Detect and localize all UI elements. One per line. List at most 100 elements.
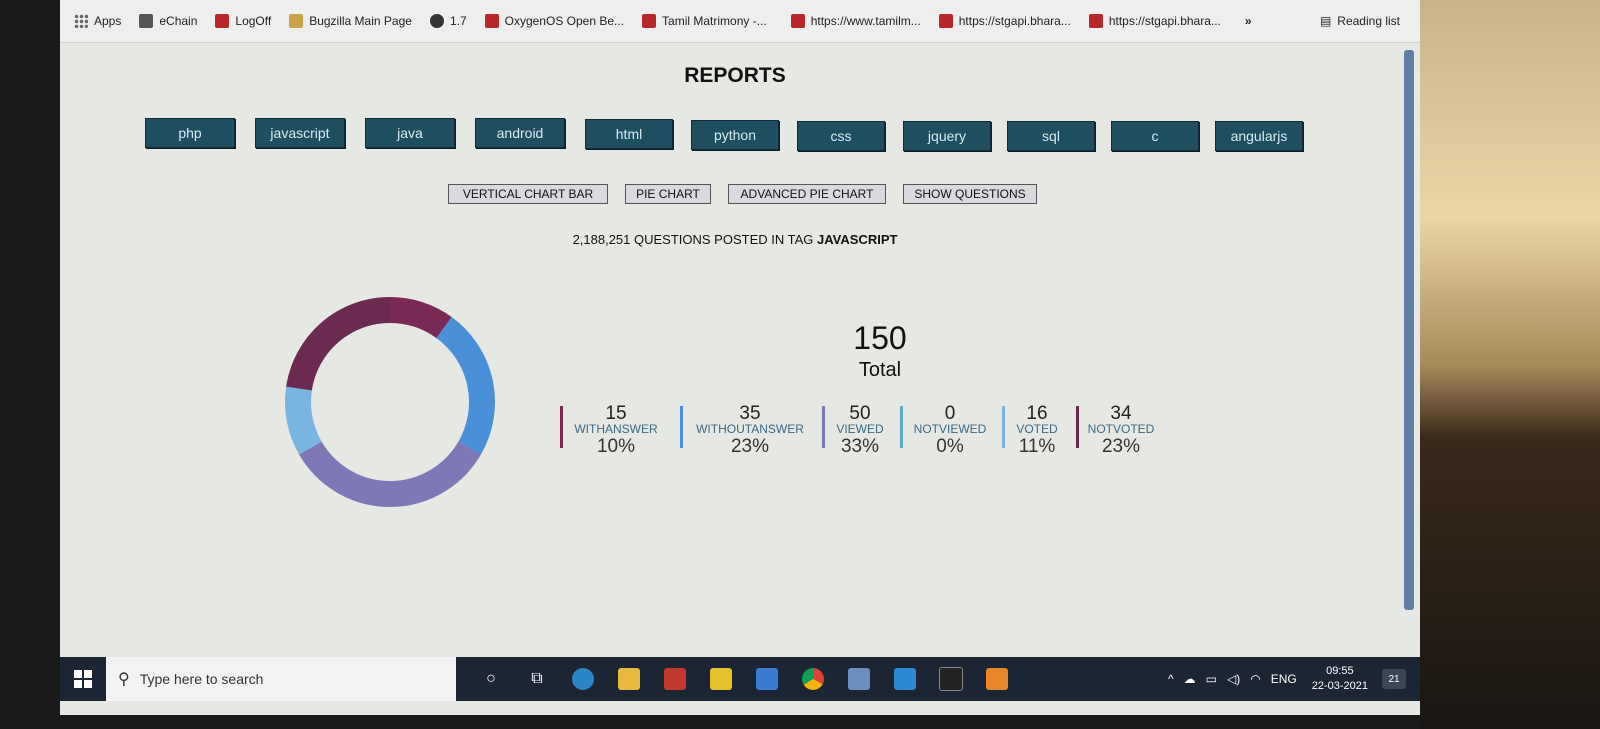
bookmarks-bar: Apps eChain LogOff Bugzilla Main Page 1.…: [60, 0, 1420, 43]
link-icon: [938, 14, 953, 28]
legend-item-withanswer: 15 WITHANSWER 10%: [560, 403, 662, 459]
legend-label: WITHANSWER: [574, 422, 658, 436]
questions-count-text: 2,188,251 QUESTIONS POSTED IN TAG: [572, 232, 814, 247]
total-box: 150 Total: [820, 320, 940, 382]
donut-segment-withanswer[interactable]: [389, 297, 452, 339]
legend-item-voted: 16 VOTED 11%: [1002, 403, 1062, 459]
notification-center-button[interactable]: 21: [1382, 669, 1406, 689]
start-button[interactable]: [60, 670, 106, 688]
wifi-icon[interactable]: ◠: [1250, 672, 1260, 686]
legend-percent: 23%: [730, 436, 770, 457]
tag-button-python[interactable]: python: [691, 120, 779, 150]
legend-value: 35: [739, 403, 761, 424]
oxygenos-icon: [484, 14, 499, 28]
tag-button-javascript[interactable]: javascript: [255, 118, 345, 148]
tag-button-java[interactable]: java: [365, 118, 455, 148]
donut-segment-withoutanswer[interactable]: [436, 317, 495, 455]
donut-segment-notvoted[interactable]: [286, 297, 391, 391]
chrome-icon[interactable]: [794, 664, 832, 694]
pie-chart-button[interactable]: PIE CHART: [625, 184, 711, 204]
bookmark-echain[interactable]: eChain: [139, 14, 197, 28]
reading-list-button[interactable]: ▤ Reading list: [1320, 14, 1400, 28]
link-icon: [1088, 14, 1103, 28]
reading-list-icon: ▤: [1319, 14, 1332, 28]
bookmark-1-7[interactable]: 1.7: [429, 14, 467, 28]
clock-time: 09:55: [1326, 665, 1354, 677]
battery-icon[interactable]: ▭: [1206, 672, 1217, 686]
language-indicator[interactable]: ENG: [1271, 672, 1297, 686]
legend-label: VIEWED: [836, 422, 884, 436]
apps-grid-icon: [74, 14, 88, 28]
bookmark-apps[interactable]: Apps: [74, 14, 121, 28]
remote-desktop-icon[interactable]: [840, 664, 878, 694]
legend-color-bar: [1002, 406, 1005, 448]
sticky-notes-icon[interactable]: [702, 664, 740, 694]
legend-percent: 10%: [596, 436, 636, 457]
donut-segment-viewed[interactable]: [299, 441, 481, 507]
echain-icon: [139, 14, 154, 28]
task-view-icon[interactable]: ⧉: [518, 664, 556, 694]
bookmark-tamil-matrimony[interactable]: Tamil Matrimony -...: [642, 14, 767, 28]
taskbar-apps: ○ ⧉: [468, 664, 1020, 694]
volume-icon[interactable]: ◁): [1227, 672, 1240, 686]
tag-button-android[interactable]: android: [475, 118, 565, 148]
windows-logo-icon: [74, 670, 92, 688]
tag-button-sql[interactable]: sql: [1007, 121, 1095, 151]
legend-color-bar: [1076, 406, 1079, 448]
legend-value: 50: [849, 403, 871, 424]
search-placeholder: Type here to search: [139, 671, 264, 687]
cortana-icon[interactable]: ○: [472, 664, 510, 694]
security-icon[interactable]: [656, 664, 694, 694]
chevron-up-icon[interactable]: ^: [1168, 672, 1174, 686]
legend-color-bar: [900, 406, 903, 448]
advanced-pie-chart-button[interactable]: ADVANCED PIE CHART: [728, 184, 886, 204]
tag-button-angularjs[interactable]: angularjs: [1215, 121, 1303, 151]
legend-percent: 11%: [1018, 436, 1056, 457]
tag-button-php[interactable]: php: [145, 118, 235, 148]
edge-icon[interactable]: [564, 664, 602, 694]
legend-item-notviewed: 0 NOTVIEWED 0%: [900, 403, 990, 459]
tag-button-html[interactable]: html: [585, 119, 673, 149]
logoff-icon: [215, 14, 230, 28]
search-icon: ⚲: [118, 671, 130, 688]
bookmarks-overflow-button[interactable]: »: [1245, 14, 1252, 28]
bookmark-logoff[interactable]: LogOff: [215, 14, 271, 28]
clock[interactable]: 09:55 22-03-2021: [1312, 664, 1368, 694]
legend-color-bar: [560, 406, 563, 448]
tag-button-css[interactable]: css: [797, 121, 885, 151]
legend-value: 0: [944, 403, 956, 424]
bookmark-bugzilla[interactable]: Bugzilla Main Page: [289, 14, 412, 28]
vertical-chart-bar-button[interactable]: VERTICAL CHART BAR: [448, 184, 608, 204]
terminal-icon[interactable]: [932, 664, 970, 694]
legend-color-bar: [822, 406, 825, 448]
legend-item-viewed: 50 VIEWED 33%: [822, 403, 888, 459]
windows-taskbar: ⚲ Type here to search ○ ⧉ ^ ☁ ▭ ◁) ◠ ENG: [60, 657, 1420, 701]
legend-label: WITHOUTANSWER: [696, 422, 804, 436]
bookmark-stgapi-2[interactable]: https://stgapi.bhara...: [1088, 14, 1221, 28]
bookmark-tamilm[interactable]: https://www.tamilm...: [790, 14, 921, 28]
legend-value: 15: [605, 403, 627, 424]
bookmark-oxygenos[interactable]: OxygenOS Open Be...: [484, 14, 624, 28]
file-explorer-icon[interactable]: [610, 664, 648, 694]
total-value: 150: [853, 320, 907, 356]
network-icon[interactable]: ☁: [1184, 672, 1196, 686]
show-questions-button[interactable]: SHOW QUESTIONS: [903, 184, 1037, 204]
donut-segment-voted[interactable]: [285, 386, 322, 455]
vscode-icon[interactable]: [886, 664, 924, 694]
system-tray: ^ ☁ ▭ ◁) ◠ ENG 09:55 22-03-2021 21: [1163, 664, 1420, 694]
taskbar-search-box[interactable]: ⚲ Type here to search: [106, 657, 456, 701]
tag-button-c[interactable]: c: [1111, 121, 1199, 151]
sublime-icon[interactable]: [978, 664, 1016, 694]
notification-count: 21: [1388, 673, 1400, 685]
page-title: REPORTS: [684, 64, 786, 87]
bookmark-stgapi-1[interactable]: https://stgapi.bhara...: [938, 14, 1071, 28]
tag-button-jquery[interactable]: jquery: [903, 121, 991, 151]
legend-value: 34: [1110, 403, 1132, 424]
legend-percent: 33%: [840, 436, 880, 457]
matrimony-icon: [642, 14, 657, 28]
legend-label: NOTVOTED: [1087, 422, 1155, 436]
legend-value: 16: [1026, 403, 1048, 424]
store-icon[interactable]: [748, 664, 786, 694]
monitor-screen: Apps eChain LogOff Bugzilla Main Page 1.…: [60, 0, 1420, 715]
page-scrollbar[interactable]: [1404, 50, 1414, 610]
